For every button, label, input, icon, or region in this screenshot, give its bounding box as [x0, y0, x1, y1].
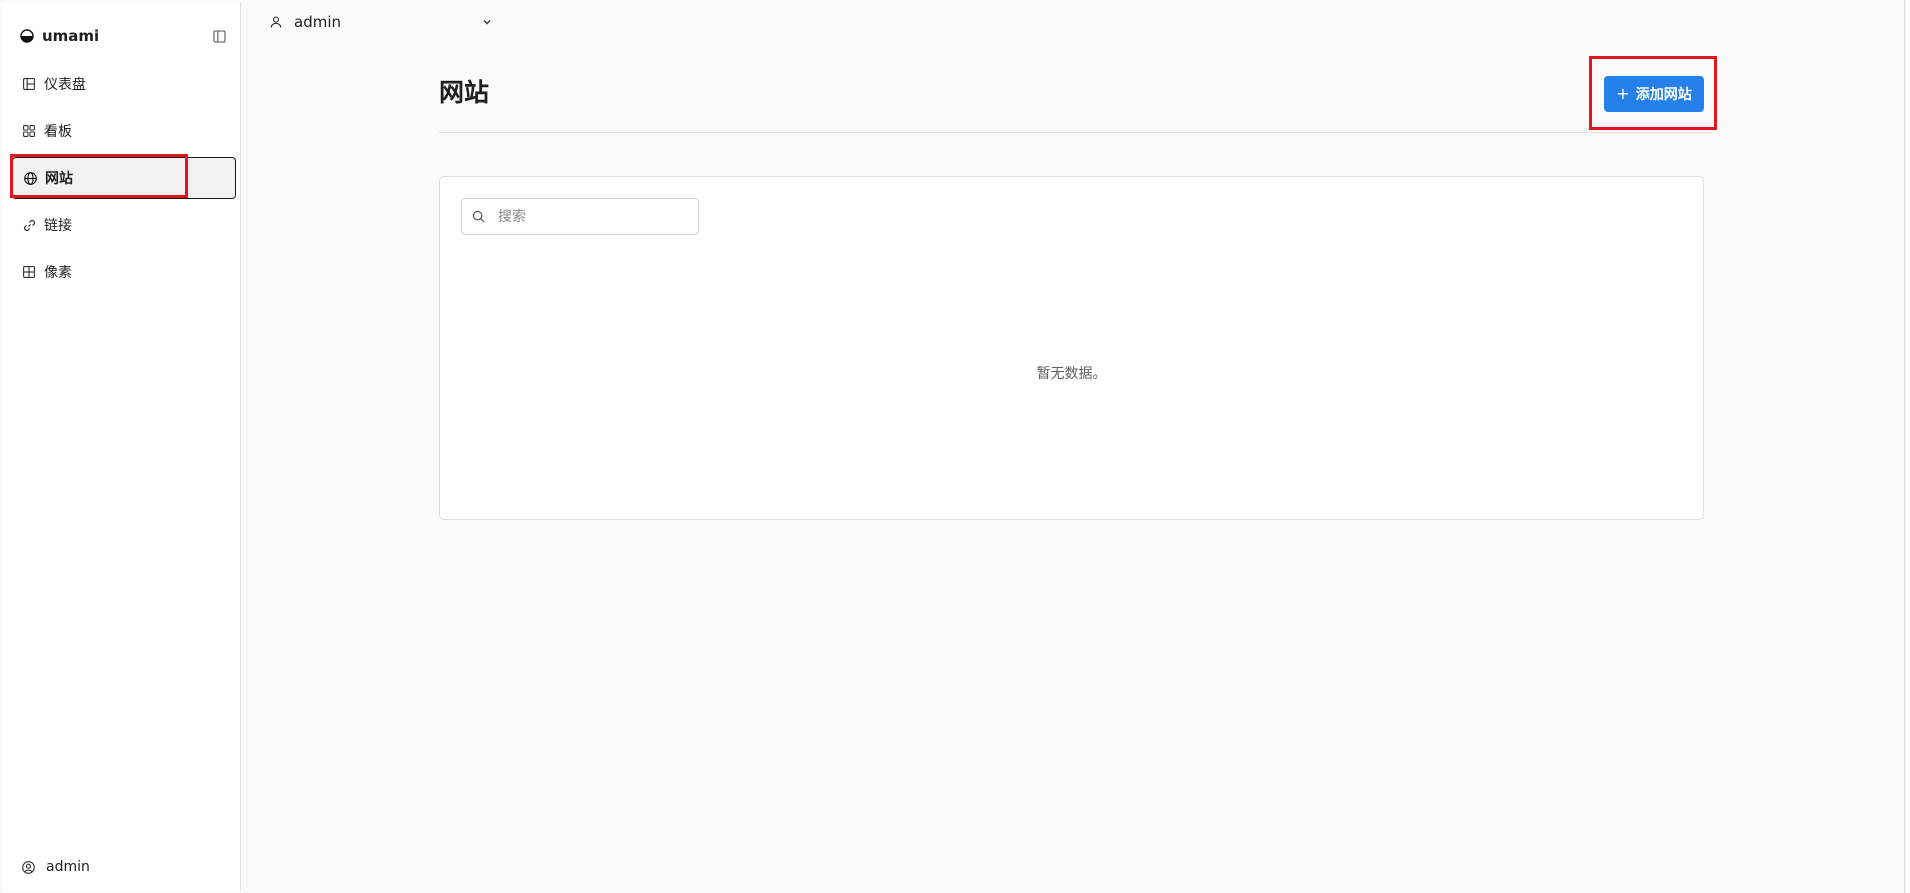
- sidebar-nav: 仪表盘 看板 网站 链接 像素: [10, 63, 236, 298]
- link-icon: [22, 218, 36, 232]
- search-input[interactable]: [496, 207, 690, 226]
- app-name: umami: [42, 27, 100, 45]
- umami-logo-icon: [20, 29, 34, 43]
- sidebar-item-dashboard[interactable]: 仪表盘: [12, 63, 236, 105]
- sidebar-item-label: 像素: [44, 265, 72, 281]
- sidebar-item-boards[interactable]: 看板: [12, 110, 236, 152]
- empty-state-message: 暂无数据。: [1036, 366, 1107, 382]
- user-icon: [270, 15, 284, 29]
- websites-panel: 暂无数据。: [439, 176, 1704, 520]
- scrollbar-edge: [1904, 0, 1905, 893]
- sidebar-item-label: 仪表盘: [44, 77, 86, 93]
- sidebar-collapse-button[interactable]: [210, 27, 228, 45]
- grid-icon: [22, 265, 36, 279]
- search-icon: [472, 210, 486, 224]
- profile-name: admin: [46, 859, 90, 875]
- sidebar: umami 仪表盘 看板 网站 链接 像素 admin: [2, 2, 241, 891]
- page-title: 网站: [439, 78, 490, 107]
- layout-dashboard-icon: [22, 77, 36, 91]
- sidebar-item-label: 看板: [44, 124, 72, 140]
- sidebar-item-websites[interactable]: 网站: [10, 154, 236, 199]
- boards-icon: [22, 124, 36, 138]
- header-divider: [439, 132, 1712, 133]
- sidebar-item-pixels[interactable]: 像素: [12, 251, 236, 293]
- panel-left-icon: [212, 29, 226, 43]
- search-box[interactable]: [461, 198, 699, 235]
- add-website-button[interactable]: + 添加网站: [1604, 76, 1704, 112]
- user-circle-icon: [22, 860, 36, 874]
- chevron-down-icon: [482, 15, 496, 29]
- sidebar-item-label: 网站: [45, 171, 73, 187]
- add-website-label: 添加网站: [1635, 87, 1692, 103]
- brand[interactable]: umami: [20, 24, 99, 48]
- globe-icon: [23, 171, 37, 185]
- sidebar-profile[interactable]: admin: [22, 859, 90, 875]
- team-switcher[interactable]: admin: [270, 10, 500, 34]
- team-switcher-label: admin: [294, 13, 341, 31]
- sidebar-item-links[interactable]: 链接: [12, 204, 236, 246]
- sidebar-item-label: 链接: [44, 218, 72, 234]
- plus-icon: +: [1616, 84, 1630, 103]
